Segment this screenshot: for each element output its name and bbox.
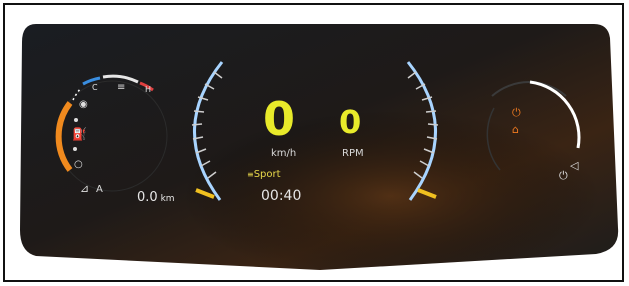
oil-indicator-icon: ◉: [79, 99, 88, 110]
mode-indicator-icon: ≡: [247, 170, 254, 179]
clock: 00:40: [261, 188, 302, 204]
temp-cold-label: C: [92, 83, 98, 92]
speed-value: 0: [263, 92, 297, 146]
headlight-auto-icon: ⊿: [80, 182, 90, 195]
low-indicator-icon: ○: [74, 159, 83, 170]
trip-distance: 0.0 km: [137, 190, 175, 205]
drive-mode: ≡Sport: [247, 169, 281, 180]
rpm-unit: RPM: [342, 148, 364, 159]
auto-label: A: [96, 184, 103, 195]
power-icon: ⏻: [512, 106, 521, 119]
speaker-icon: ◁: [570, 159, 579, 172]
home-icon: ⌂: [512, 123, 519, 136]
rpm-value: 0: [339, 103, 362, 141]
temp-hot-label: H: [145, 85, 152, 94]
fuel-pump-icon: ⛽: [72, 127, 87, 141]
speed-unit: km/h: [271, 148, 297, 159]
engine-temp-icon: ≡: [117, 82, 126, 93]
eco-power-icon: ⏻: [559, 169, 568, 182]
instrument-cluster: [20, 24, 619, 270]
